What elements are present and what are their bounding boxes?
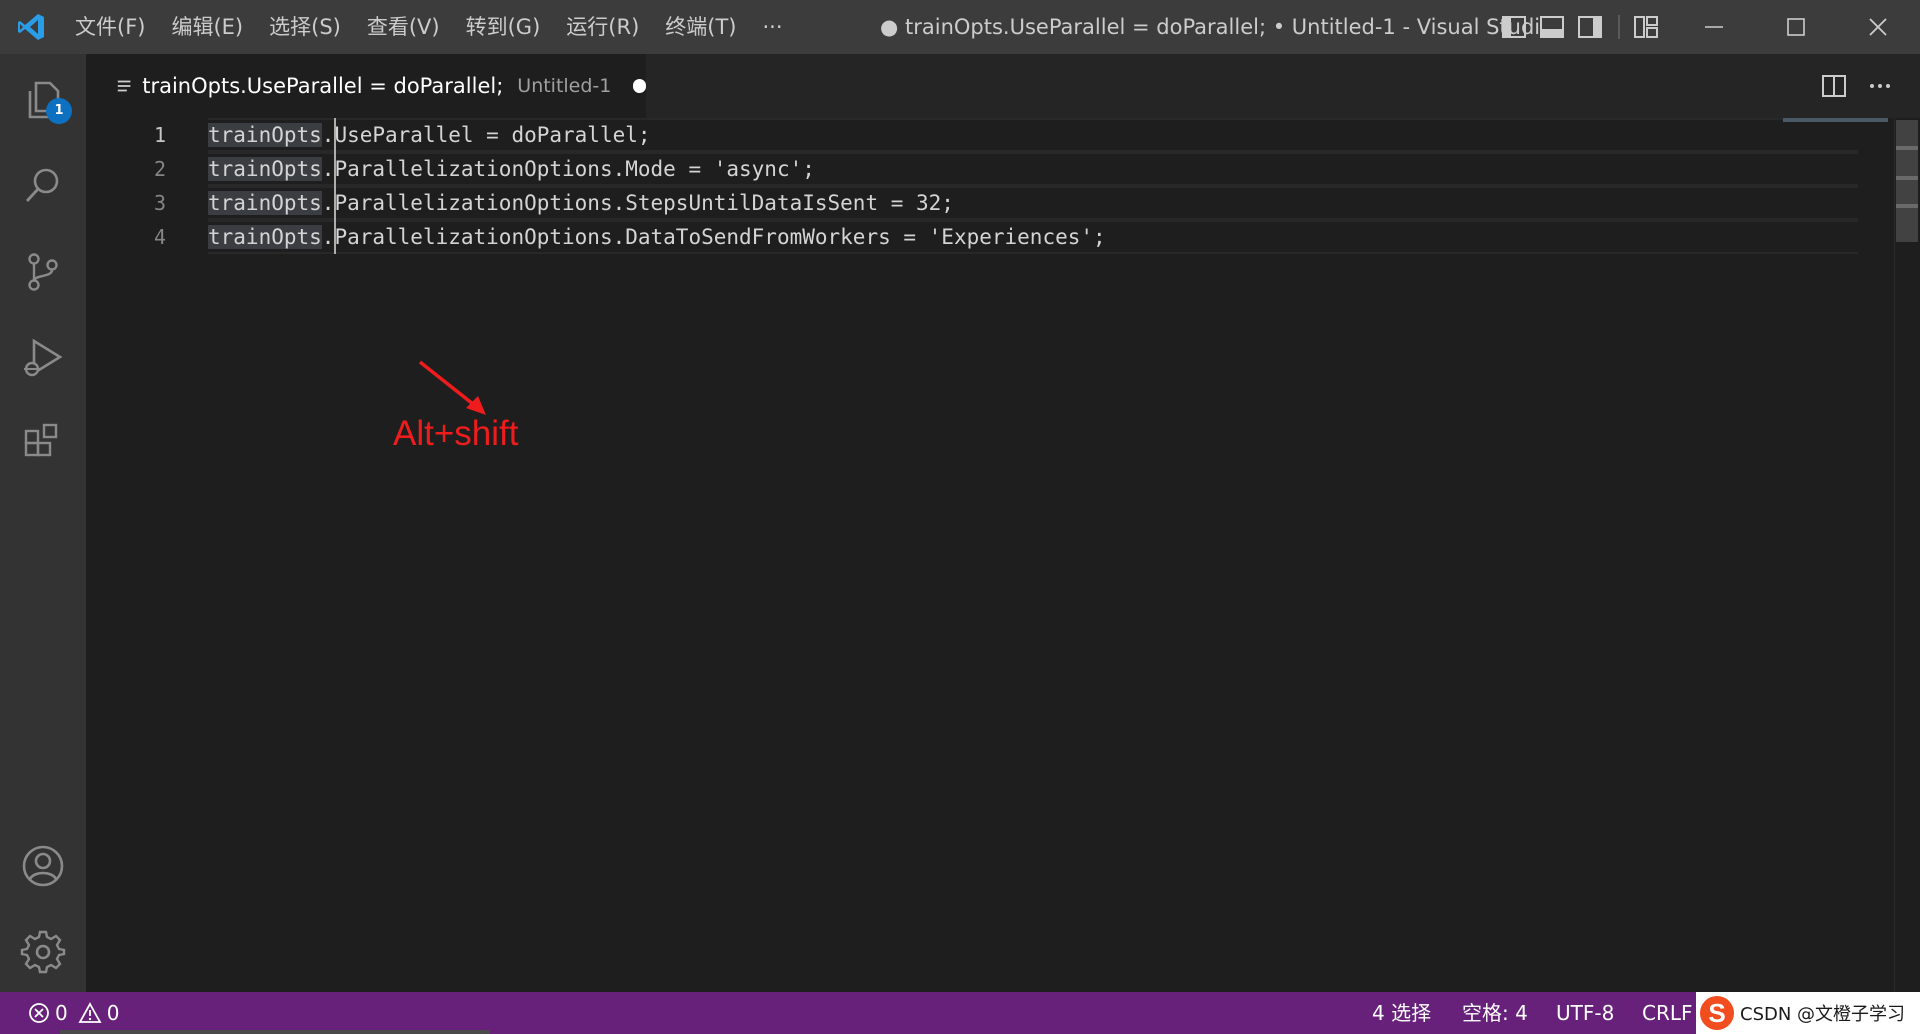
text-cursor <box>334 186 336 220</box>
code-line[interactable]: 1 trainOpts.UseParallel = doParallel; <box>86 118 1858 152</box>
customize-layout-icon[interactable] <box>1632 13 1660 41</box>
text-cursor <box>334 220 336 254</box>
activity-bar: 1 <box>0 54 86 992</box>
code-text[interactable]: trainOpts.ParallelizationOptions.Mode = … <box>208 152 815 186</box>
menu-more[interactable]: ··· <box>749 0 795 54</box>
selection-status[interactable]: 4 选择 <box>1372 992 1431 1034</box>
status-progress-line <box>60 1030 490 1034</box>
problems-status[interactable]: 0 0 <box>28 992 119 1034</box>
watermark: S CSDN @文橙子学习 <box>1696 992 1920 1034</box>
text-cursor <box>334 118 336 152</box>
code-text[interactable]: trainOpts.UseParallel = doParallel; <box>208 118 651 152</box>
code-line[interactable]: 2 trainOpts.ParallelizationOptions.Mode … <box>86 152 1858 186</box>
scrollbar-thumb[interactable] <box>1896 120 1918 242</box>
search-icon[interactable] <box>0 144 86 228</box>
menu-go[interactable]: 转到(G) <box>453 0 554 54</box>
warning-icon <box>78 1002 102 1023</box>
vertical-scrollbar[interactable] <box>1894 118 1920 992</box>
code-rest: .ParallelizationOptions.DataToSendFromWo… <box>321 225 1106 249</box>
watermark-text: CSDN @文橙子学习 <box>1740 1004 1906 1025</box>
menu-file[interactable]: 文件(F) <box>62 0 158 54</box>
run-debug-icon[interactable] <box>0 316 86 400</box>
code-line[interactable]: 3 trainOpts.ParallelizationOptions.Steps… <box>86 186 1858 220</box>
tab-description: Untitled-1 <box>517 75 612 97</box>
selected-text: trainOpts <box>208 191 322 215</box>
code-line[interactable]: 4 trainOpts.ParallelizationOptions.DataT… <box>86 220 1858 254</box>
minimap[interactable] <box>1783 118 1888 122</box>
warning-count: 0 <box>106 1001 120 1025</box>
text-cursor <box>334 152 336 186</box>
error-count: 0 <box>55 1001 68 1025</box>
maximize-icon[interactable] <box>1756 0 1836 54</box>
code-text[interactable]: trainOpts.ParallelizationOptions.DataToS… <box>208 220 1106 254</box>
minimize-icon[interactable] <box>1674 0 1754 54</box>
menu-terminal[interactable]: 终端(T) <box>652 0 749 54</box>
tab-bar: trainOpts.UseParallel = doParallel; Unti… <box>86 54 1920 118</box>
error-icon <box>29 1003 49 1023</box>
status-bar: 0 0 4 选择 空格: 4 UTF-8 CRLF <box>0 992 1920 1034</box>
tab-label: trainOpts.UseParallel = doParallel; <box>142 74 504 98</box>
title-bar: 文件(F) 编辑(E) 选择(S) 查看(V) 转到(G) 运行(R) 终端(T… <box>0 0 1920 54</box>
layout-divider <box>1618 15 1620 39</box>
selected-text: trainOpts <box>208 123 322 147</box>
eol-status[interactable]: CRLF <box>1642 992 1693 1034</box>
annotation-arrow-icon <box>418 360 486 415</box>
selected-text: trainOpts <box>208 157 322 181</box>
more-actions-icon[interactable] <box>1864 70 1896 102</box>
code-rest: .UseParallel = doParallel; <box>321 123 651 147</box>
toggle-primary-sidebar-icon[interactable] <box>1500 13 1528 41</box>
editor[interactable]: 1 trainOpts.UseParallel = doParallel; 2 … <box>86 118 1920 992</box>
files-icon[interactable] <box>0 58 86 142</box>
close-icon[interactable] <box>1838 0 1918 54</box>
toggle-panel-icon[interactable] <box>1538 13 1566 41</box>
account-icon[interactable] <box>0 824 86 908</box>
toggle-secondary-sidebar-icon[interactable] <box>1576 13 1604 41</box>
menu-run[interactable]: 运行(R) <box>553 0 652 54</box>
csdn-logo: S <box>1700 996 1734 1030</box>
text-file-icon <box>117 80 131 92</box>
line-number: 1 <box>153 123 166 147</box>
annotation-label: Alt+shift <box>393 414 519 453</box>
window-title: ● trainOpts.UseParallel = doParallel; • … <box>880 15 1561 39</box>
line-number: 2 <box>153 157 166 181</box>
menu-selection[interactable]: 选择(S) <box>256 0 354 54</box>
indentation-status[interactable]: 空格: 4 <box>1462 992 1528 1034</box>
code-text[interactable]: trainOpts.ParallelizationOptions.StepsUn… <box>208 186 954 220</box>
split-editor-icon[interactable] <box>1818 70 1850 102</box>
source-control-icon[interactable] <box>0 230 86 314</box>
explorer-badge: 1 <box>46 98 72 124</box>
encoding-status[interactable]: UTF-8 <box>1556 992 1614 1034</box>
unsaved-dot-icon[interactable] <box>633 79 646 93</box>
tab-untitled-1[interactable]: trainOpts.UseParallel = doParallel; Unti… <box>86 54 646 118</box>
line-number: 3 <box>153 191 166 215</box>
overview-ruler-mark <box>1896 204 1918 208</box>
menu-view[interactable]: 查看(V) <box>354 0 453 54</box>
vscode-logo-icon[interactable] <box>0 0 62 54</box>
overview-ruler-mark <box>1896 176 1918 180</box>
gear-icon[interactable] <box>0 910 86 994</box>
overview-ruler-mark <box>1896 146 1918 150</box>
extensions-icon[interactable] <box>0 402 86 486</box>
code-rest: .ParallelizationOptions.StepsUntilDataIs… <box>321 191 954 215</box>
menu-edit[interactable]: 编辑(E) <box>158 0 256 54</box>
code-rest: .ParallelizationOptions.Mode = 'async'; <box>321 157 815 181</box>
selected-text: trainOpts <box>208 225 322 249</box>
line-number: 4 <box>153 225 166 249</box>
